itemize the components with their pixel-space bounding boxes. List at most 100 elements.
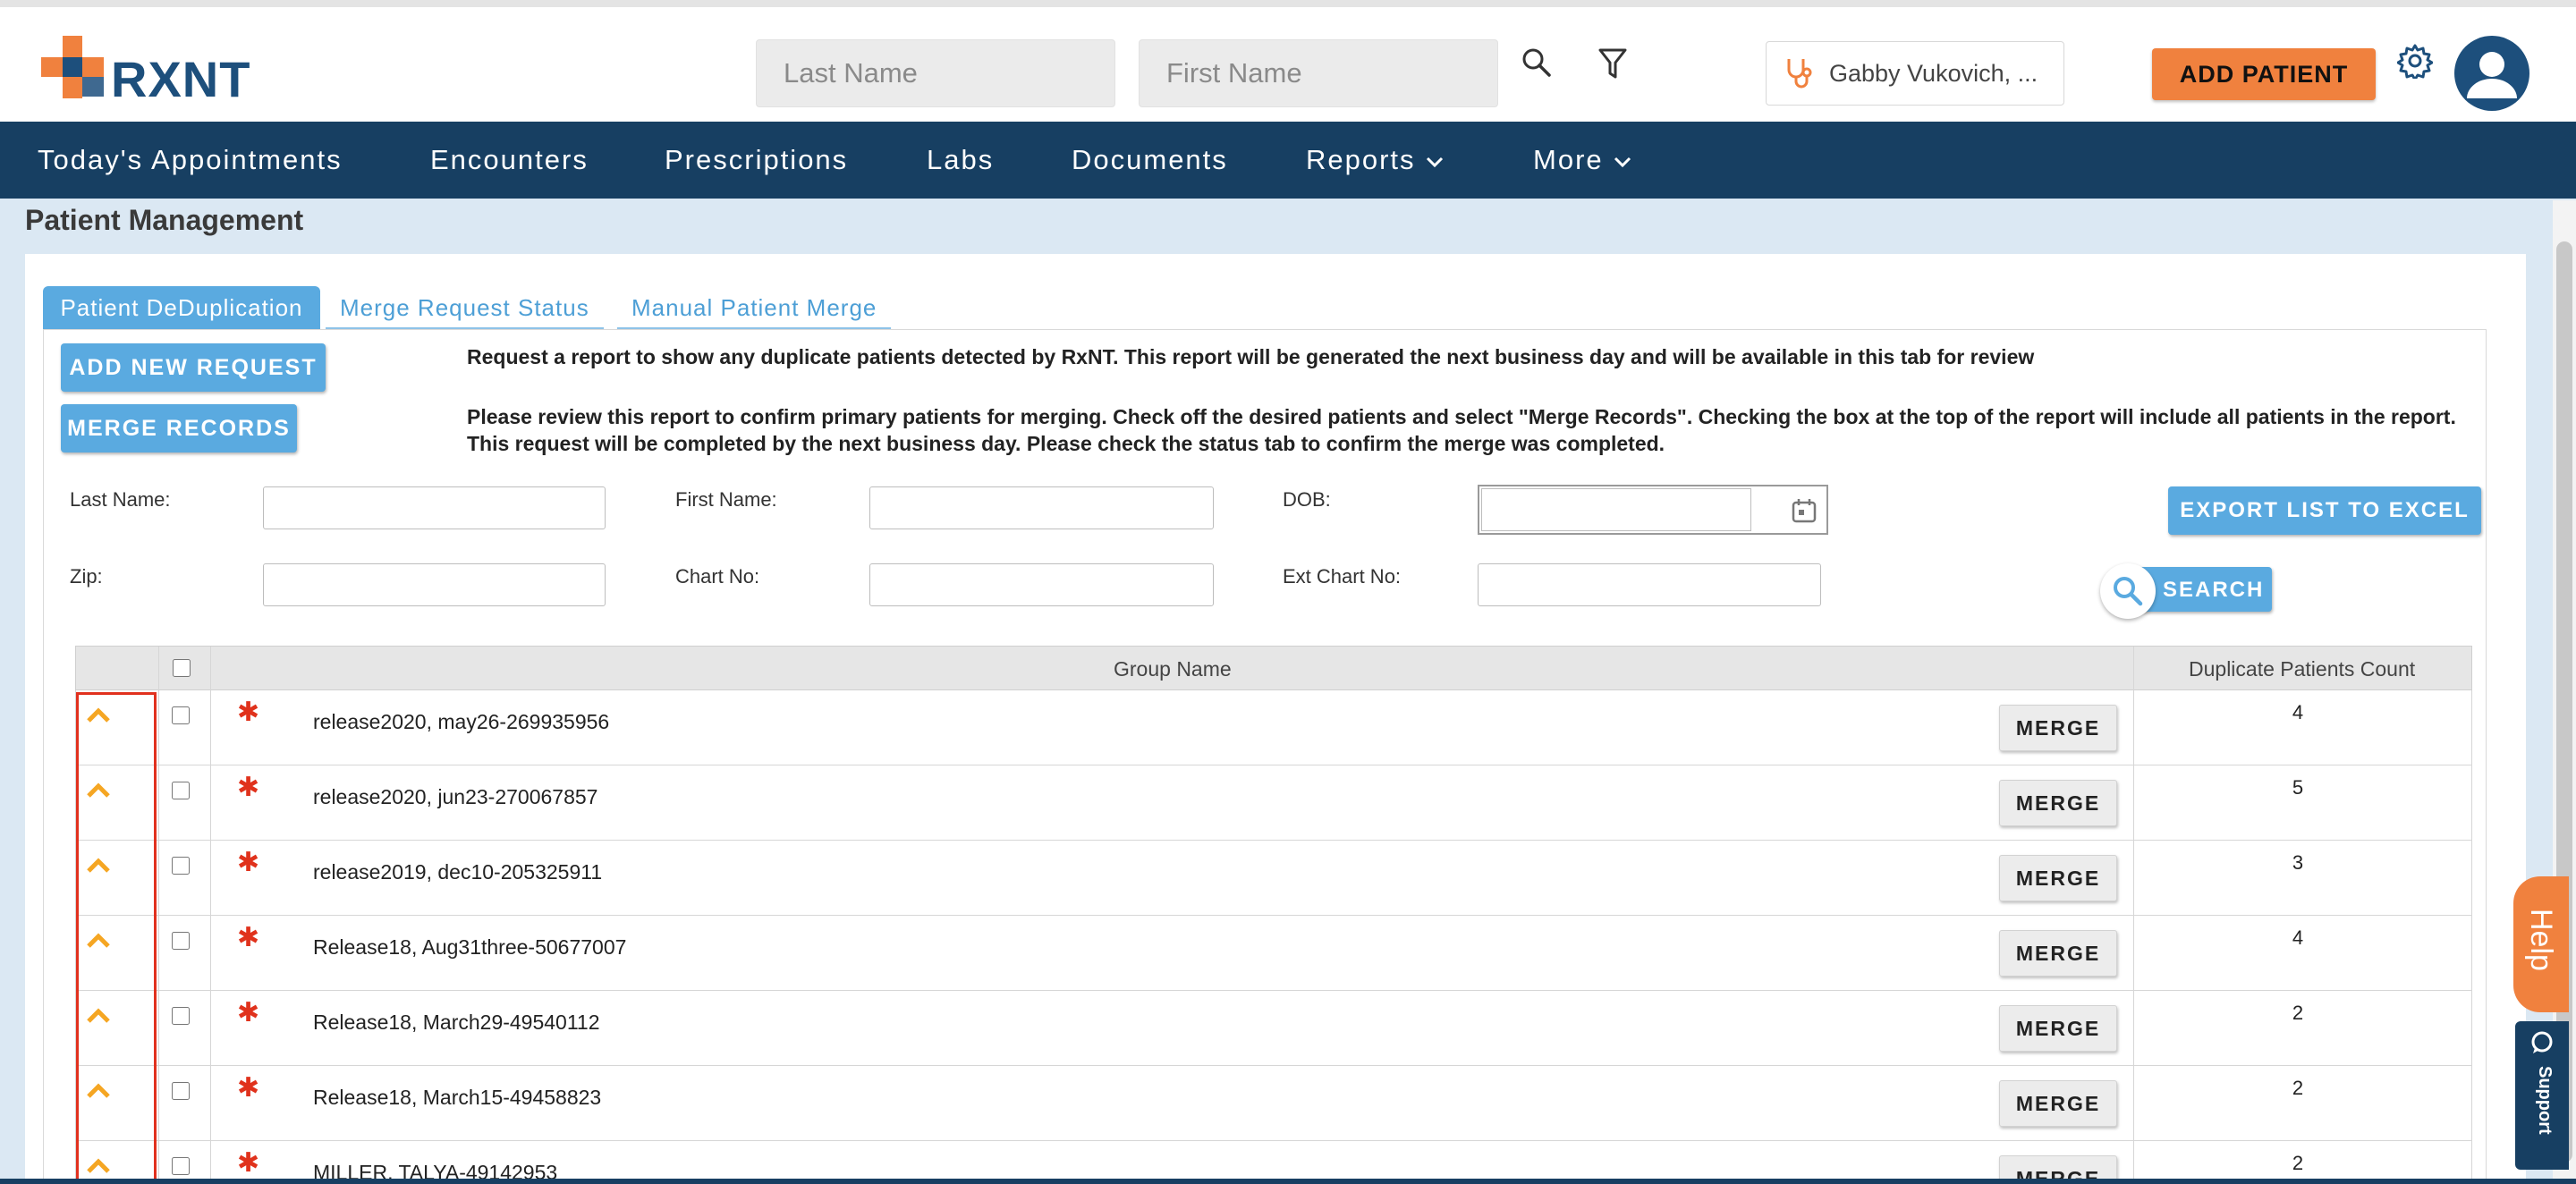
required-asterisk-icon: ✱ [237,773,260,802]
search-button[interactable]: SEARCH [2100,563,2279,619]
required-asterisk-icon: ✱ [237,848,260,877]
row-checkbox[interactable] [172,1157,190,1175]
chart-no-field[interactable] [869,563,1214,606]
calendar-icon[interactable] [1791,497,1818,524]
chevron-down-icon [1614,156,1631,167]
zip-field[interactable] [263,563,606,606]
tab-merge-request-status[interactable]: Merge Request Status [326,286,604,329]
nav-label: Reports [1306,144,1416,175]
nav-encounters[interactable]: Encounters [430,122,589,199]
info-completion-note: This request will be completed by the ne… [467,432,1665,455]
brand-wordmark: RXNT [111,51,251,107]
info-review-report: Please review this report to confirm pri… [467,405,2456,428]
search-button-label: SEARCH [2163,578,2265,602]
row-checkbox[interactable] [172,857,190,875]
merge-button[interactable]: MERGE [1999,705,2117,751]
merge-button[interactable]: MERGE [1999,855,2117,901]
nav-prescriptions[interactable]: Prescriptions [665,122,848,199]
nav-label: Documents [1072,144,1228,175]
support-widget[interactable]: Support [2515,1021,2569,1170]
first-name-search-input[interactable] [1139,39,1498,107]
group-name: release2020, may26-269935956 [313,710,610,733]
nav-label: More [1533,144,1604,175]
filter-icon[interactable] [1597,47,1628,82]
first-name-label: First Name: [675,488,777,511]
merge-button[interactable]: MERGE [1999,780,2117,826]
table-row: ✱ Release18, March29-49540112 MERGE 2 [75,991,2472,1066]
tab-patient-deduplication[interactable]: Patient DeDuplication [43,286,320,329]
row-checkbox[interactable] [172,706,190,724]
merge-records-button[interactable]: MERGE RECORDS [61,404,297,452]
dob-field-wrapper [1478,485,1828,535]
merge-button[interactable]: MERGE [1999,1080,2117,1127]
search-icon[interactable] [1521,47,1553,79]
nav-documents[interactable]: Documents [1072,122,1228,199]
expand-chevron-icon[interactable] [85,932,112,950]
required-asterisk-icon: ✱ [237,698,260,727]
dob-label: DOB: [1283,488,1331,511]
expand-chevron-icon[interactable] [85,857,112,875]
nav-label: Prescriptions [665,144,849,175]
table-row: ✱ Release18, Aug31three-50677007 MERGE 4 [75,916,2472,991]
group-name: release2020, jun23-270067857 [313,785,598,808]
row-checkbox[interactable] [172,1082,190,1100]
merge-button[interactable]: MERGE [1999,1005,2117,1052]
first-name-field[interactable] [869,486,1214,529]
duplicate-count: 2 [2292,1002,2304,1024]
table-row: ✱ release2020, jun23-270067857 MERGE 5 [75,765,2472,841]
provider-selector[interactable]: Gabby Vukovich, ... [1766,41,2064,106]
nav-more[interactable]: More [1533,122,1632,199]
duplicate-count: 3 [2292,851,2304,874]
nav-reports[interactable]: Reports [1306,122,1445,199]
support-label: Support [2535,1066,2555,1135]
duplicate-count: 2 [2292,1152,2304,1174]
main-nav: Today's Appointments Encounters Prescrip… [0,122,2576,199]
expand-chevron-icon[interactable] [85,706,112,724]
nav-label: Encounters [430,144,589,175]
duplicate-count: 4 [2292,926,2304,949]
add-patient-button[interactable]: ADD PATIENT [2152,48,2376,100]
nav-todays-appointments[interactable]: Today's Appointments [38,122,343,199]
ext-chart-no-label: Ext Chart No: [1283,565,1402,588]
nav-labs[interactable]: Labs [927,122,994,199]
zip-label: Zip: [70,565,103,588]
search-icon [2114,577,2143,606]
required-asterisk-icon: ✱ [237,1073,260,1103]
select-all-checkbox[interactable] [173,659,191,677]
chevron-down-icon [1426,156,1443,167]
nav-label: Today's Appointments [38,144,343,175]
top-border [0,0,2576,7]
row-checkbox[interactable] [172,782,190,799]
column-duplicate-count: Duplicate Patients Count [2189,657,2416,681]
bottom-edge [0,1179,2576,1184]
gear-icon[interactable] [2397,43,2433,79]
row-checkbox[interactable] [172,932,190,950]
add-new-request-button[interactable]: ADD NEW REQUEST [61,343,326,392]
stethoscope-icon [1787,59,1812,89]
required-asterisk-icon: ✱ [237,998,260,1028]
expand-chevron-icon[interactable] [85,1007,112,1025]
app-header: RXNT Gabby Vukovich, ... ADD PATIENT [0,7,2576,122]
ext-chart-no-field[interactable] [1478,563,1821,606]
expand-chevron-icon[interactable] [85,1082,112,1100]
group-name: Release18, March15-49458823 [313,1086,602,1109]
last-name-label: Last Name: [70,488,171,511]
expand-chevron-icon[interactable] [85,782,112,799]
table-header: Group Name Duplicate Patients Count [75,646,2472,691]
help-widget[interactable]: Help [2513,876,2569,1012]
duplicate-count: 5 [2292,776,2304,799]
user-avatar[interactable] [2454,36,2529,111]
export-to-excel-button[interactable]: EXPORT LIST TO EXCEL [2168,486,2481,535]
help-label: Help [2524,909,2558,971]
last-name-field[interactable] [263,486,606,529]
merge-button[interactable]: MERGE [1999,930,2117,977]
required-asterisk-icon: ✱ [237,923,260,952]
user-avatar-icon [2467,52,2517,98]
tab-manual-patient-merge[interactable]: Manual Patient Merge [617,286,892,329]
row-checkbox[interactable] [172,1007,190,1025]
dob-field[interactable] [1481,488,1751,531]
last-name-search-input[interactable] [756,39,1115,107]
nav-label: Labs [927,144,995,175]
duplicates-table: Group Name Duplicate Patients Count ✱ re… [75,646,2472,1184]
expand-chevron-icon[interactable] [85,1157,112,1175]
